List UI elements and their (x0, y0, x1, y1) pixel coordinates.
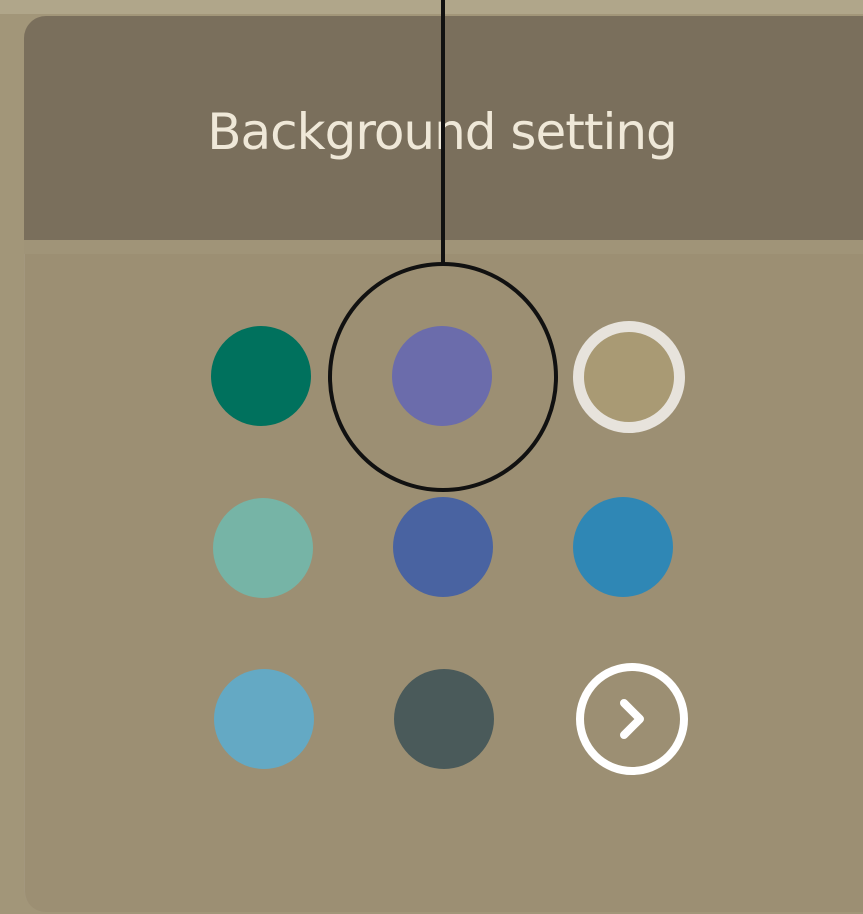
swatch-ocean-blue[interactable] (573, 497, 673, 597)
chevron-right-icon (612, 694, 652, 744)
callout-circle (328, 262, 558, 492)
swatch-slate[interactable] (394, 669, 494, 769)
top-strip (0, 0, 863, 14)
swatch-dark-teal[interactable] (211, 326, 311, 426)
swatch-sky-blue[interactable] (214, 669, 314, 769)
swatch-beige[interactable] (573, 321, 685, 433)
swatch-indigo[interactable] (393, 497, 493, 597)
next-swatches-button[interactable] (576, 663, 688, 775)
callout-line (441, 0, 445, 264)
swatch-sage[interactable] (213, 498, 313, 598)
page: Background setting (0, 0, 863, 914)
